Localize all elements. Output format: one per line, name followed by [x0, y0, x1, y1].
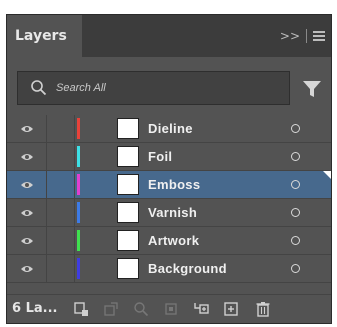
- lock-toggle[interactable]: [47, 255, 75, 282]
- layer-row[interactable]: Dieline: [7, 115, 331, 143]
- hamburger-menu-icon[interactable]: [313, 31, 325, 41]
- layer-thumbnail: [117, 230, 139, 251]
- tab-layers[interactable]: Layers: [7, 15, 82, 57]
- visibility-toggle[interactable]: [7, 227, 47, 254]
- lock-toggle[interactable]: [47, 143, 75, 170]
- tab-divider: [306, 29, 307, 43]
- layer-list: Dieline Foil Emboss Varnish Artwork Backgroun…: [7, 115, 331, 283]
- visibility-toggle[interactable]: [7, 199, 47, 226]
- layer-name[interactable]: Artwork: [148, 227, 199, 255]
- panel-tab-controls: >>: [280, 15, 325, 57]
- lock-toggle[interactable]: [47, 115, 75, 142]
- eye-icon: [20, 180, 34, 190]
- layer-color-indicator: [77, 174, 80, 195]
- visibility-toggle[interactable]: [7, 255, 47, 282]
- layer-color-indicator: [77, 230, 80, 251]
- make-sublayer-mask-icon[interactable]: [163, 301, 179, 317]
- layer-name[interactable]: Emboss: [148, 171, 200, 199]
- layer-row[interactable]: Varnish: [7, 199, 331, 227]
- eye-icon: [20, 264, 34, 274]
- layer-name[interactable]: Background: [148, 255, 227, 283]
- layer-color-indicator: [77, 118, 80, 139]
- layer-color-indicator: [77, 258, 80, 279]
- create-new-layer-icon[interactable]: [223, 301, 239, 317]
- make-clipping-mask-icon[interactable]: [103, 301, 119, 317]
- lock-toggle[interactable]: [47, 171, 75, 198]
- layer-row[interactable]: Foil: [7, 143, 331, 171]
- lock-toggle[interactable]: [47, 199, 75, 226]
- layer-name[interactable]: Foil: [148, 143, 172, 171]
- layers-panel: Layers >> Search All Dieline Foil Emboss Va…: [6, 14, 332, 324]
- eye-icon: [20, 124, 34, 134]
- collect-for-export-icon[interactable]: [73, 301, 89, 317]
- eye-icon: [20, 208, 34, 218]
- target-circle-icon[interactable]: [291, 152, 300, 161]
- lock-toggle[interactable]: [47, 227, 75, 254]
- target-circle-icon[interactable]: [291, 236, 300, 245]
- layer-thumbnail: [117, 118, 139, 139]
- layer-thumbnail: [117, 174, 139, 195]
- layer-thumbnail: [117, 146, 139, 167]
- target-circle-icon[interactable]: [291, 208, 300, 217]
- layer-thumbnail: [117, 258, 139, 279]
- visibility-toggle[interactable]: [7, 143, 47, 170]
- layer-row[interactable]: Emboss: [7, 171, 331, 199]
- layer-name[interactable]: Varnish: [148, 199, 197, 227]
- panel-tab-bar: Layers >>: [7, 15, 331, 57]
- layer-color-indicator: [77, 146, 80, 167]
- panel-footer: 6 La...: [7, 294, 331, 323]
- search-icon: [31, 80, 47, 96]
- delete-icon[interactable]: [255, 301, 271, 317]
- filter-funnel-icon[interactable]: [301, 78, 323, 100]
- layer-name[interactable]: Dieline: [148, 115, 193, 143]
- visibility-toggle[interactable]: [7, 171, 47, 198]
- layer-row[interactable]: Background: [7, 255, 331, 283]
- eye-icon: [20, 236, 34, 246]
- layer-thumbnail: [117, 202, 139, 223]
- search-placeholder: Search All: [56, 82, 106, 94]
- locate-object-icon[interactable]: [133, 301, 149, 317]
- search-input[interactable]: Search All: [17, 71, 290, 105]
- layer-count-label: 6 La...: [12, 301, 58, 316]
- target-circle-icon[interactable]: [291, 180, 300, 189]
- selection-indicator: [323, 171, 331, 179]
- chevron-double-right-icon[interactable]: >>: [280, 29, 300, 43]
- layer-row[interactable]: Artwork: [7, 227, 331, 255]
- target-circle-icon[interactable]: [291, 264, 300, 273]
- layer-color-indicator: [77, 202, 80, 223]
- visibility-toggle[interactable]: [7, 115, 47, 142]
- create-sublayer-icon[interactable]: [193, 301, 209, 317]
- target-circle-icon[interactable]: [291, 124, 300, 133]
- eye-icon: [20, 152, 34, 162]
